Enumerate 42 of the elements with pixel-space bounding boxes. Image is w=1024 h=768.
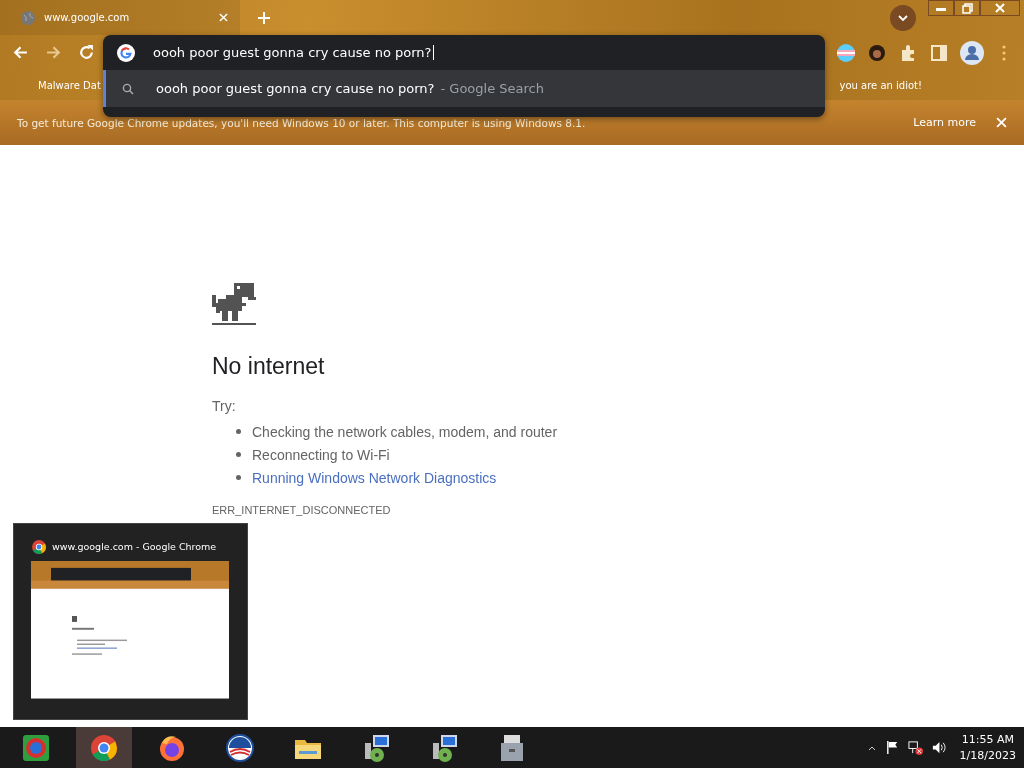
bullet-icon	[236, 475, 241, 480]
preview-title: www.google.com - Google Chrome	[52, 541, 217, 553]
back-icon[interactable]	[12, 44, 29, 61]
suggestion-text: Reconnecting to Wi-Fi	[252, 446, 390, 463]
bullet-icon	[236, 429, 241, 434]
suggestion-text: Checking the network cables, modem, and router	[252, 423, 558, 440]
close-icon[interactable]	[980, 0, 1020, 16]
minimize-icon[interactable]	[928, 0, 954, 16]
chrome-icon	[31, 538, 47, 555]
round-logo-icon	[225, 732, 255, 763]
flag-icon[interactable]	[884, 740, 900, 755]
address-field[interactable]: oooh poor guest gonna cry cause no porn?	[153, 45, 434, 60]
bookmark[interactable]: Malware Dat	[38, 79, 101, 91]
search-suggestion[interactable]: oooh poor guest gonna cry cause no porn? - Google Search	[103, 70, 825, 107]
browser-tab[interactable]: www.google.com	[0, 0, 240, 35]
google-icon	[117, 43, 135, 62]
chrome-taskbar-button[interactable]	[76, 727, 132, 768]
chrome-icon	[89, 732, 119, 763]
search-icon	[122, 82, 134, 95]
globe-icon	[20, 9, 36, 26]
speaker-icon[interactable]	[930, 740, 946, 755]
side-panel-icon[interactable]	[929, 42, 949, 63]
try-label: Try:	[212, 398, 237, 414]
clock[interactable]: 11:55 AM 1/18/2023	[959, 731, 1016, 764]
new-tab-icon[interactable]	[258, 11, 270, 24]
infobar-message: To get future Google Chrome updates, you'll need Windows 10 or later. This computer is using Windows 8.1.	[17, 116, 586, 129]
striped-flag-icon[interactable]	[836, 42, 856, 63]
restore-icon[interactable]	[954, 0, 980, 16]
reload-icon[interactable]	[78, 44, 95, 61]
learn-more-link[interactable]: Learn more	[913, 116, 976, 129]
profile-icon[interactable]	[960, 40, 984, 65]
network-error-icon[interactable]	[907, 740, 923, 755]
tab-search-icon[interactable]	[890, 4, 916, 31]
diagnostics-link[interactable]: Running Windows Network Diagnostics	[252, 469, 497, 486]
bullet-icon	[236, 452, 241, 457]
taskbar-preview[interactable]: www.google.com - Google Chrome	[13, 523, 248, 720]
error-code: ERR_INTERNET_DISCONNECTED	[212, 504, 392, 516]
dinosaur-icon	[212, 283, 256, 327]
bookmark[interactable]: you are an idiot!	[839, 79, 922, 91]
error-title: No internet	[212, 353, 326, 380]
start-logo-icon	[21, 732, 51, 763]
avatar-icon[interactable]	[867, 42, 887, 63]
